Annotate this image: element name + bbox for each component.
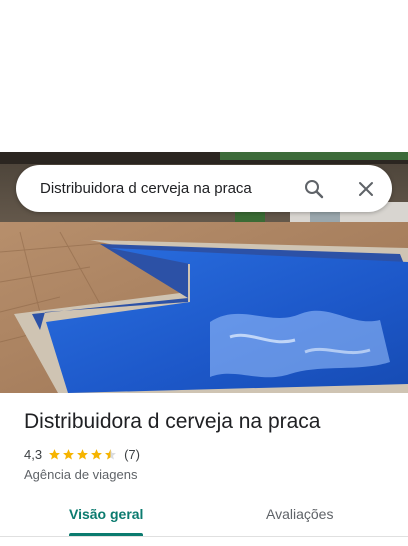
tab-reviews[interactable]: Avaliações	[266, 506, 333, 522]
star-icon	[91, 448, 102, 459]
star-icon	[49, 448, 60, 459]
star-half-icon	[105, 448, 116, 459]
star-icon	[63, 448, 74, 459]
search-icon[interactable]	[301, 176, 327, 202]
close-icon[interactable]	[353, 176, 379, 202]
rating-stars	[48, 448, 118, 461]
place-category: Agência de viagens	[24, 467, 138, 482]
tabs-divider	[0, 536, 408, 537]
map-area	[0, 0, 408, 152]
search-input[interactable]: Distribuidora d cerveja na praca	[40, 165, 252, 212]
search-bar[interactable]: Distribuidora d cerveja na praca	[16, 165, 392, 212]
rating-row[interactable]: 4,3 (7)	[24, 446, 140, 462]
star-icon	[77, 448, 88, 459]
place-title: Distribuidora d cerveja na praca	[24, 410, 321, 433]
review-count[interactable]: (7)	[124, 447, 140, 462]
rating-value: 4,3	[24, 446, 43, 462]
tab-overview[interactable]: Visão geral	[69, 506, 143, 522]
